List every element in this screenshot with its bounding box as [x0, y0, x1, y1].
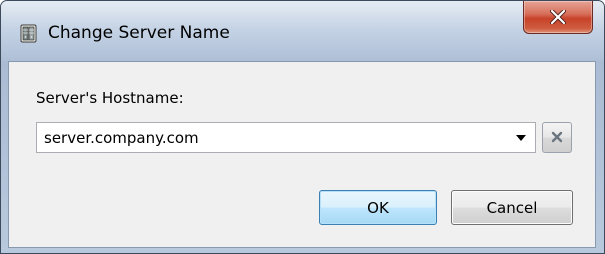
ok-button[interactable]: OK [319, 190, 437, 225]
server-icon [20, 24, 37, 43]
hostname-label: Server's Hostname: [36, 89, 184, 107]
cancel-button[interactable]: Cancel [451, 190, 573, 225]
close-button[interactable] [523, 1, 593, 34]
clear-button[interactable] [542, 122, 572, 153]
chevron-down-icon[interactable] [516, 135, 526, 141]
title-bar[interactable]: Change Server Name [1, 1, 604, 61]
close-x-icon [550, 10, 566, 24]
hostname-input[interactable]: server.company.com [44, 129, 199, 147]
dialog-body: Server's Hostname: server.company.com OK… [8, 61, 596, 248]
clear-x-icon [551, 128, 563, 147]
dialog-window: Change Server Name Server's Hostname: se… [0, 0, 605, 254]
hostname-combobox[interactable]: server.company.com [36, 122, 536, 153]
window-title: Change Server Name [48, 23, 230, 43]
